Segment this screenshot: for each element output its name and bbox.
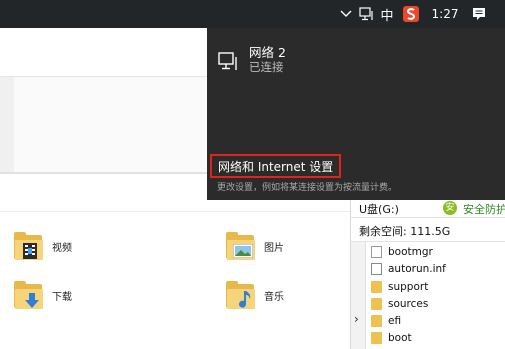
folder-icon [371, 280, 382, 293]
file-name: efi [388, 314, 402, 327]
list-item[interactable]: efi [371, 312, 401, 329]
drive-side-gutter: › [351, 242, 366, 349]
pictures-folder-icon [226, 231, 256, 261]
security-shield-icon: 安 [443, 201, 457, 215]
ime-label: 中 [380, 8, 394, 24]
network-icon[interactable] [357, 0, 377, 28]
file-name: sources [388, 297, 429, 310]
chevron-up-icon[interactable] [337, 0, 355, 28]
file-name: boot [388, 331, 412, 344]
divider [0, 173, 210, 174]
navigation-gutter [0, 77, 14, 172]
music-folder-icon [226, 280, 256, 310]
navigation-bar [0, 77, 210, 173]
folder-icon [371, 331, 382, 344]
ime-indicator[interactable]: 中 [378, 0, 396, 28]
divider [351, 241, 505, 242]
taskbar: 中 1:27 [0, 0, 505, 28]
folder-label: 视频 [52, 242, 72, 254]
file-name: bootmgr [388, 245, 433, 258]
ribbon [0, 28, 210, 76]
settings-description: 更改设置，例如将某连接设置为按流量计费。 [217, 183, 398, 193]
list-item[interactable]: sources [371, 295, 428, 312]
folder-icon [371, 297, 382, 310]
notification-icon[interactable] [468, 0, 490, 28]
list-item[interactable]: autorun.inf [371, 260, 446, 277]
network-status: 已连接 [249, 60, 284, 74]
downloads-folder-icon [14, 280, 44, 310]
security-protection-link[interactable]: 安全防护 [463, 201, 505, 217]
list-item[interactable]: support [371, 278, 428, 295]
file-name: autorun.inf [388, 262, 446, 275]
clock[interactable]: 1:27 [428, 0, 462, 28]
folder-icon [371, 314, 382, 327]
network-flyout: 网络 2 已连接 网络和 Internet 设置 更改设置，例如将某连接设置为按… [207, 28, 505, 200]
folder-item-videos[interactable]: 视频 [14, 231, 72, 261]
video-folder-icon [14, 231, 44, 261]
file-name: support [388, 280, 429, 293]
folder-label: 音乐 [264, 291, 284, 303]
list-item[interactable]: boot [371, 329, 412, 346]
folder-item-downloads[interactable]: 下载 [14, 280, 72, 310]
list-item[interactable]: bootmgr [371, 243, 433, 260]
chevron-right-icon[interactable]: › [354, 312, 359, 326]
folder-label: 图片 [264, 242, 284, 254]
free-space-label: 剩余空间: 111.5G [359, 225, 451, 238]
drive-title: U盘(G:) [359, 203, 399, 216]
config-file-icon [371, 262, 382, 275]
network-icon [218, 51, 240, 73]
usb-drive-panel: U盘(G:) 安 安全防护 剩余空间: 111.5G › bootmgr aut… [350, 199, 505, 349]
time-label: 1:27 [431, 7, 459, 21]
file-icon [371, 245, 382, 258]
folder-label: 下载 [52, 291, 72, 303]
sogou-icon[interactable] [402, 0, 420, 28]
folder-item-music[interactable]: 音乐 [226, 280, 284, 310]
drive-header: U盘(G:) 安 安全防护 [351, 199, 505, 218]
network-internet-settings-link[interactable]: 网络和 Internet 设置 [210, 154, 342, 178]
divider [0, 211, 350, 212]
folder-item-pictures[interactable]: 图片 [226, 231, 284, 261]
